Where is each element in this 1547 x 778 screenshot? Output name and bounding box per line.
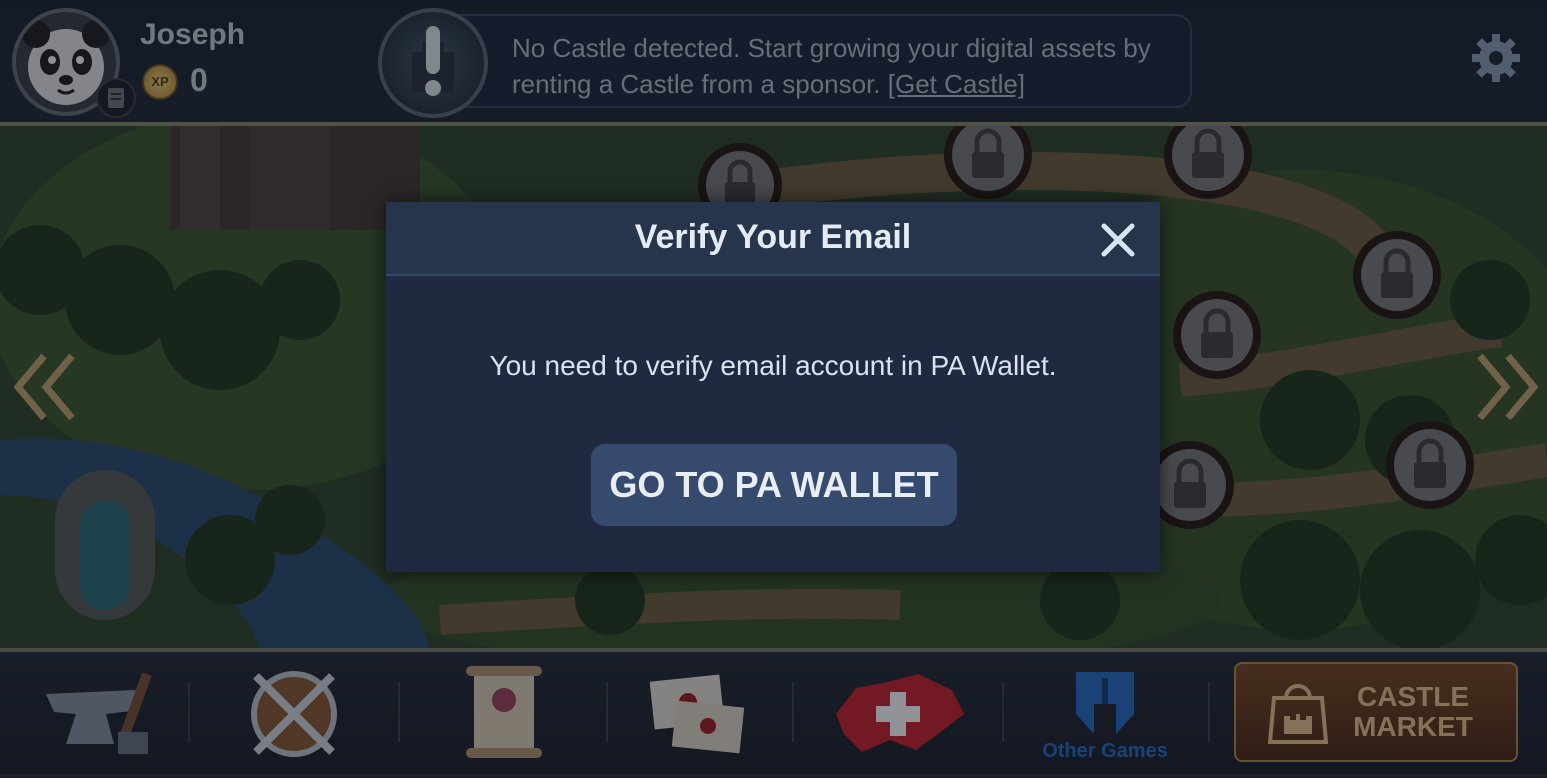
modal-title: Verify Your Email — [634, 218, 912, 256]
modal-message: You need to verify email account in PA W… — [489, 350, 1057, 381]
modal-header: Verify Your Email — [386, 202, 1160, 276]
verify-email-modal: Verify Your Email You need to verify ema… — [386, 202, 1160, 572]
go-to-pa-wallet-button[interactable]: GO TO PA WALLET — [591, 444, 957, 526]
close-icon[interactable] — [1096, 218, 1140, 262]
